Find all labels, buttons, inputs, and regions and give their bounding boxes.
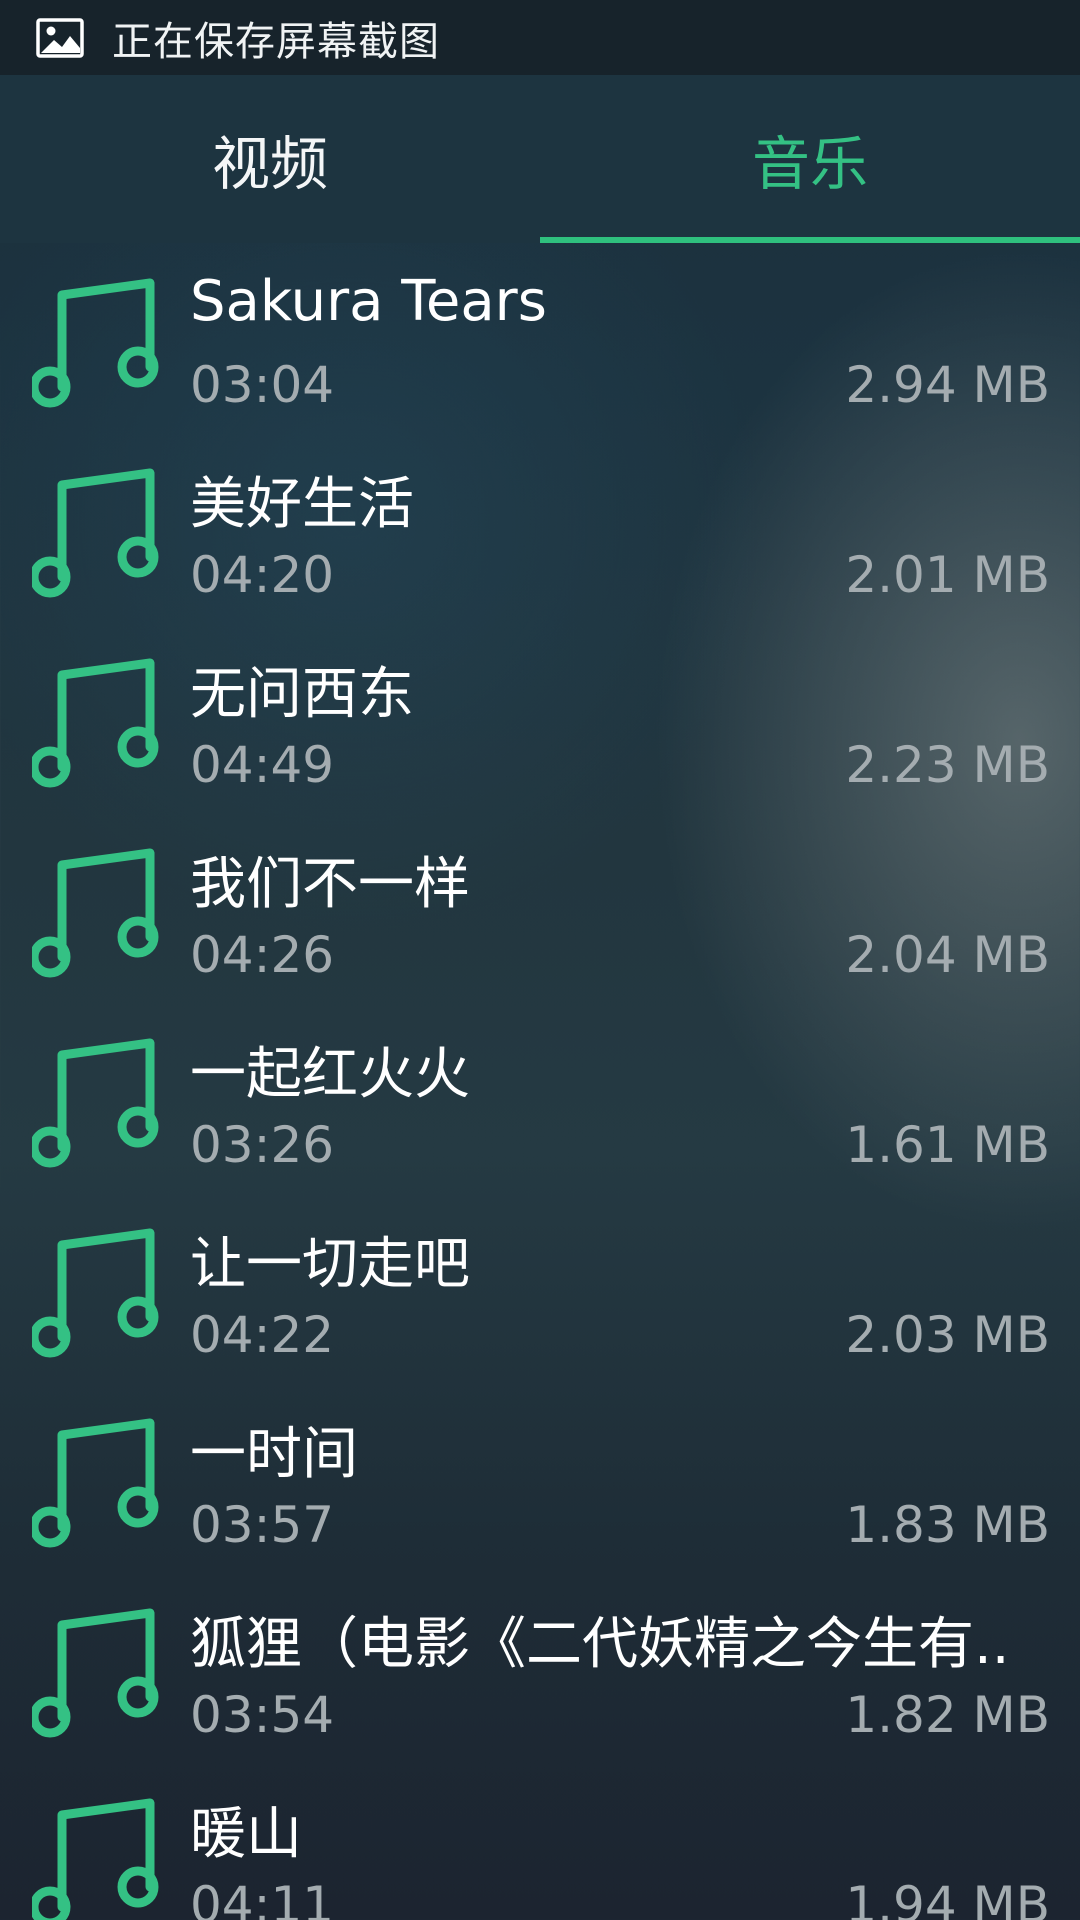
song-duration: 04:26 [190, 926, 335, 984]
song-row[interactable]: 一起红火火 03:26 1.61 MB [0, 1003, 1080, 1193]
song-size: 2.04 MB [845, 926, 1050, 984]
song-title: 暖山 [190, 1802, 302, 1867]
song-duration: 04:11 [190, 1876, 335, 1920]
song-duration: 03:57 [190, 1496, 335, 1554]
song-size: 2.23 MB [845, 736, 1050, 794]
song-size: 2.01 MB [845, 546, 1050, 604]
song-duration: 03:26 [190, 1116, 335, 1174]
song-title: 一时间 [190, 1422, 358, 1487]
status-bar: 正在保存屏幕截图 [0, 0, 1080, 75]
song-row[interactable]: 一时间 03:57 1.83 MB [0, 1383, 1080, 1573]
image-icon [36, 17, 84, 58]
song-row[interactable]: Sakura Tears 03:04 2.94 MB [0, 243, 1080, 433]
song-row[interactable]: 狐狸（电影《二代妖精之今生有.. 03:54 1.82 MB [0, 1573, 1080, 1763]
music-note-icon [32, 1608, 159, 1738]
song-list: Sakura Tears 03:04 2.94 MB 美好生活 04:20 2.… [0, 243, 1080, 1920]
song-title: 让一切走吧 [190, 1232, 470, 1297]
tab-bar: 视频 音乐 [0, 75, 1080, 243]
song-row[interactable]: 暖山 04:11 1.94 MB [0, 1763, 1080, 1920]
tab-video[interactable]: 视频 [0, 75, 540, 243]
song-size: 2.03 MB [845, 1306, 1050, 1364]
song-title: 我们不一样 [190, 852, 470, 917]
tab-music[interactable]: 音乐 [540, 75, 1080, 243]
tab-music-label: 音乐 [751, 130, 868, 198]
song-row[interactable]: 美好生活 04:20 2.01 MB [0, 433, 1080, 623]
song-row[interactable]: 无问西东 04:49 2.23 MB [0, 623, 1080, 813]
song-title: 狐狸（电影《二代妖精之今生有.. [190, 1612, 1010, 1677]
tab-video-label: 视频 [211, 130, 328, 198]
song-duration: 03:54 [190, 1686, 335, 1744]
song-title: Sakura Tears [190, 269, 547, 334]
song-row[interactable]: 我们不一样 04:26 2.04 MB [0, 813, 1080, 1003]
song-size: 1.94 MB [845, 1876, 1050, 1920]
song-size: 1.61 MB [845, 1116, 1050, 1174]
status-text: 正在保存屏幕截图 [112, 18, 440, 65]
music-note-icon [32, 1228, 159, 1358]
song-duration: 04:22 [190, 1306, 335, 1364]
song-size: 1.83 MB [845, 1496, 1050, 1554]
song-title: 无问西东 [190, 662, 414, 727]
song-title: 美好生活 [190, 472, 414, 537]
music-note-icon [32, 278, 159, 408]
music-note-icon [32, 1798, 159, 1920]
song-duration: 04:20 [190, 546, 335, 604]
music-note-icon [32, 848, 159, 978]
music-note-icon [32, 658, 159, 788]
song-row[interactable]: 让一切走吧 04:22 2.03 MB [0, 1193, 1080, 1383]
music-note-icon [32, 468, 159, 598]
song-duration: 04:49 [190, 736, 335, 794]
music-note-icon [32, 1418, 159, 1548]
song-size: 1.82 MB [845, 1686, 1050, 1744]
song-duration: 03:04 [190, 356, 335, 414]
song-size: 2.94 MB [845, 356, 1050, 414]
song-title: 一起红火火 [190, 1042, 470, 1107]
music-note-icon [32, 1038, 159, 1168]
